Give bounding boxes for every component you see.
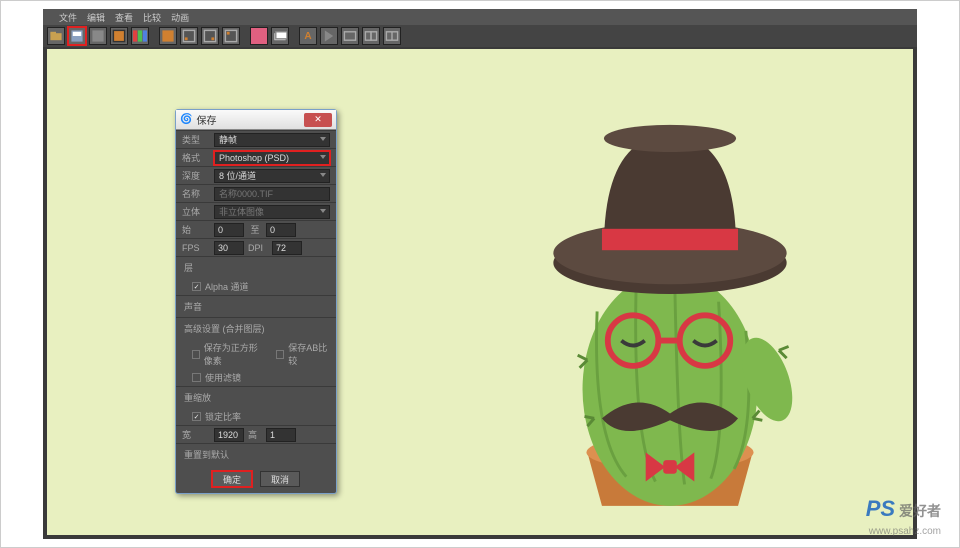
depth-label: 深度 xyxy=(182,169,210,182)
reset-link[interactable]: 重置到默认 xyxy=(176,443,336,465)
height-label: 高 xyxy=(248,428,262,441)
tool-history-icon[interactable] xyxy=(89,27,107,45)
tool-more-icon[interactable] xyxy=(383,27,401,45)
menu-edit[interactable]: 编辑 xyxy=(87,11,105,24)
dpi-label: DPI xyxy=(248,243,268,253)
stereo-label: 立体 xyxy=(182,205,210,218)
sound-section: 声音 xyxy=(176,295,336,317)
fps-label: FPS xyxy=(182,243,210,253)
type-label: 类型 xyxy=(182,133,210,146)
save-dialog: 🌀 保存 ✕ 类型 静帧 格式 Photoshop (PSD) 深度 8 位/通… xyxy=(175,109,337,494)
tool-single-icon[interactable] xyxy=(110,27,128,45)
lock-ratio-checkbox[interactable]: ✓锁定比率 xyxy=(176,408,336,425)
rescale-section: 重缩放 xyxy=(176,386,336,408)
menubar: 文件 编辑 查看 比较 动画 xyxy=(43,9,917,25)
app-window: 文件 编辑 查看 比较 动画 A xyxy=(43,9,917,539)
dpi-input[interactable]: 72 xyxy=(272,241,302,255)
tool-full-icon[interactable] xyxy=(341,27,359,45)
cancel-button[interactable]: 取消 xyxy=(260,471,300,487)
tool-c-icon[interactable] xyxy=(222,27,240,45)
name-input[interactable]: 名称0000.TIF xyxy=(214,187,330,201)
tool-play-icon[interactable] xyxy=(320,27,338,45)
menu-file[interactable]: 文件 xyxy=(59,11,77,24)
watermark: PS 爱好者 www.psahz.com xyxy=(866,497,941,537)
tool-layer-icon[interactable] xyxy=(271,27,289,45)
fps-input[interactable]: 30 xyxy=(214,241,244,255)
start-label: 始 xyxy=(182,223,210,236)
stereo-select[interactable]: 非立体图像 xyxy=(214,205,330,219)
width-label: 宽 xyxy=(182,428,210,441)
tool-save-icon[interactable] xyxy=(68,27,86,45)
tool-rgb-icon[interactable] xyxy=(131,27,149,45)
square-checkbox[interactable]: 保存为正方形像素 保存AB比较 xyxy=(176,339,336,369)
layers-section: 层 xyxy=(176,256,336,278)
advanced-section: 高级设置 (合并图层) xyxy=(176,317,336,339)
tool-a-icon[interactable] xyxy=(180,27,198,45)
close-button[interactable]: ✕ xyxy=(304,113,332,127)
type-select[interactable]: 静帧 xyxy=(214,133,330,147)
watermark-url: www.psahz.com xyxy=(869,526,941,537)
menu-compare[interactable]: 比较 xyxy=(143,11,161,24)
width-input[interactable]: 1920 xyxy=(214,428,244,442)
dialog-titlebar[interactable]: 🌀 保存 ✕ xyxy=(176,110,336,130)
toolbar: A xyxy=(43,25,917,47)
name-label: 名称 xyxy=(182,187,210,200)
check-icon: ✓ xyxy=(192,282,201,291)
format-select[interactable]: Photoshop (PSD) xyxy=(214,151,330,165)
watermark-name: 爱好者 xyxy=(899,503,941,519)
check-icon: ✓ xyxy=(192,412,201,421)
ok-button[interactable]: 确定 xyxy=(212,471,252,487)
height-input[interactable]: 1 xyxy=(266,428,296,442)
tool-grid-icon[interactable] xyxy=(362,27,380,45)
menu-anim[interactable]: 动画 xyxy=(171,11,189,24)
tool-nav-icon[interactable] xyxy=(159,27,177,45)
start-input[interactable]: 0 xyxy=(214,223,244,237)
end-label: 至 xyxy=(248,223,262,236)
tool-open-icon[interactable] xyxy=(47,27,65,45)
dialog-title: 保存 xyxy=(196,112,216,127)
cactus-render xyxy=(460,49,880,535)
tool-filter-icon[interactable] xyxy=(250,27,268,45)
end-input[interactable]: 0 xyxy=(266,223,296,237)
app-icon: 🌀 xyxy=(180,114,192,125)
watermark-logo: PS xyxy=(866,496,895,521)
tool-b-icon[interactable] xyxy=(201,27,219,45)
tool-text-icon[interactable]: A xyxy=(299,27,317,45)
format-label: 格式 xyxy=(182,151,210,164)
filter-checkbox[interactable]: 使用滤镜 xyxy=(176,369,336,386)
menu-view[interactable]: 查看 xyxy=(115,11,133,24)
depth-select[interactable]: 8 位/通道 xyxy=(214,169,330,183)
alpha-checkbox[interactable]: ✓ Alpha 通道 xyxy=(176,278,336,295)
